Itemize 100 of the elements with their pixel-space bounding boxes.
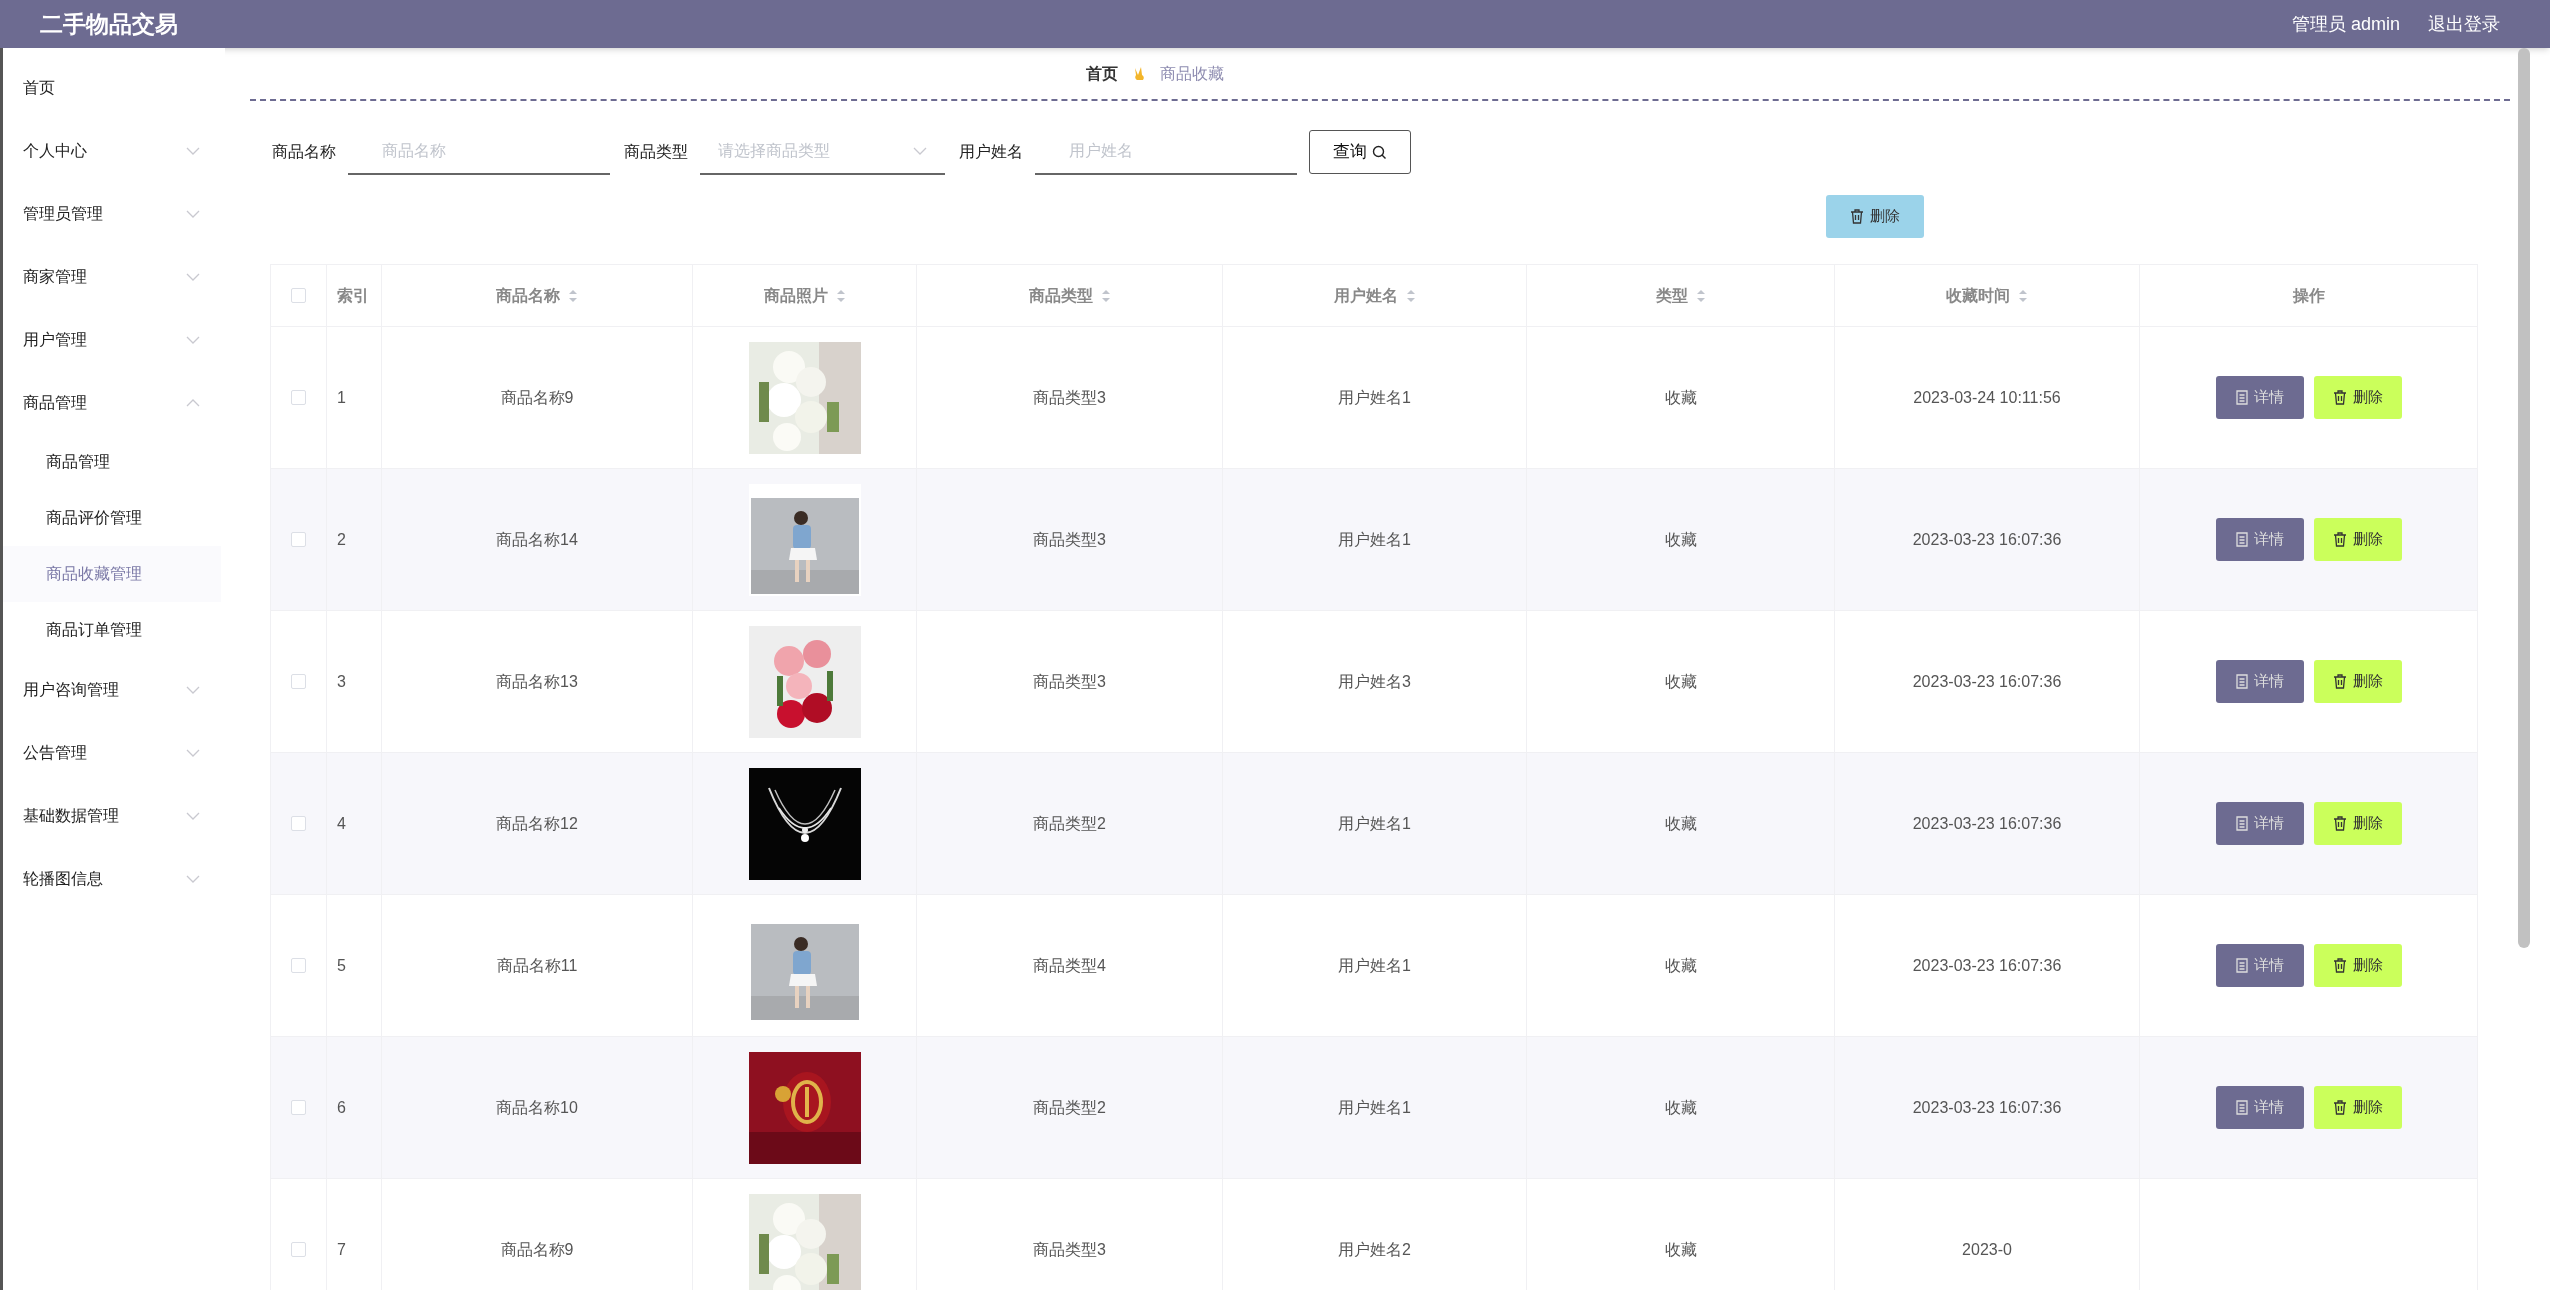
row-checkbox[interactable]: [291, 1100, 306, 1115]
table-cell-text: 2023-03-23 16:07:36: [1912, 671, 2062, 692]
table-cell-text: 6: [337, 1097, 346, 1118]
sidebar-item[interactable]: 个人中心: [3, 119, 225, 182]
document-icon: [2235, 816, 2248, 831]
document-icon: [2235, 958, 2248, 973]
trash-icon: [1850, 209, 1864, 224]
table-cell-text: 收藏: [1664, 671, 1697, 692]
caret-icon: [186, 748, 200, 757]
table-cell-text: 4: [337, 813, 346, 834]
table-cell-text: 商品名称12: [496, 813, 578, 834]
sidebar-subitem[interactable]: 商品订单管理: [3, 602, 225, 658]
sidebar-item[interactable]: 管理员管理: [3, 182, 225, 245]
column-header: 商品照片: [763, 285, 828, 306]
sort-icon[interactable]: [2018, 287, 2028, 304]
table-cell-text: 用户姓名2: [1338, 1239, 1411, 1260]
sort-icon[interactable]: [1405, 287, 1416, 304]
search-icon: [1372, 144, 1387, 160]
column-header: 用户姓名: [1333, 285, 1398, 306]
table-cell-text: 用户姓名1: [1338, 955, 1411, 976]
table-cell-text: 2023-03-23 16:07:36: [1912, 813, 2062, 834]
delete-row-button[interactable]: 删除: [2313, 660, 2402, 703]
table-cell-text: 商品名称13: [496, 671, 578, 692]
table-cell-text: 收藏: [1664, 387, 1697, 408]
details-button[interactable]: 详情: [2215, 518, 2304, 561]
app-title: 二手物品交易: [40, 9, 178, 39]
sidebar-item[interactable]: 轮播图信息: [3, 847, 225, 910]
table-cell-text: 商品类型4: [1033, 955, 1106, 976]
table-cell-text: 2023-03-24 10:11:56: [1913, 387, 2061, 408]
caret-icon: [913, 147, 927, 155]
sort-icon[interactable]: [1100, 287, 1111, 304]
row-checkbox[interactable]: [291, 674, 306, 689]
filter-input[interactable]: 商品名称: [348, 129, 610, 175]
delete-row-button[interactable]: 删除: [2313, 1086, 2402, 1129]
row-checkbox[interactable]: [291, 532, 306, 547]
caret-icon: [186, 811, 200, 820]
delete-row-button[interactable]: 删除: [2313, 518, 2402, 561]
filter-label: 商品类型: [624, 142, 688, 162]
delete-row-button[interactable]: 删除: [2313, 802, 2402, 845]
trash-icon: [2332, 1100, 2347, 1115]
sidebar-item[interactable]: 用户管理: [3, 308, 225, 371]
document-icon: [2235, 674, 2248, 689]
sort-icon[interactable]: [568, 287, 578, 304]
sort-icon[interactable]: [1695, 287, 1706, 304]
filter-label: 商品名称: [272, 142, 336, 162]
column-header: 类型: [1655, 285, 1688, 306]
table-cell-text: 用户姓名1: [1338, 1097, 1411, 1118]
column-header: 商品名称: [496, 285, 560, 306]
delete-row-button[interactable]: 删除: [2313, 944, 2402, 987]
details-button[interactable]: 详情: [2215, 376, 2304, 419]
select-all-checkbox[interactable]: [291, 288, 306, 303]
table-cell-text: 商品名称10: [496, 1097, 578, 1118]
scrollbar[interactable]: [2518, 48, 2530, 948]
search-button[interactable]: 查询: [1309, 130, 1411, 174]
table-cell-text: 商品名称9: [500, 387, 574, 408]
trash-icon: [2332, 532, 2347, 547]
details-button[interactable]: 详情: [2215, 944, 2304, 987]
sidebar-subitem[interactable]: 商品管理: [3, 434, 225, 490]
document-icon: [2235, 390, 2248, 405]
table-cell-text: 商品名称9: [500, 1239, 574, 1260]
row-checkbox[interactable]: [291, 1242, 306, 1257]
trash-icon: [2332, 390, 2347, 405]
logout-link[interactable]: 退出登录: [2428, 10, 2500, 38]
table-cell-text: 商品类型3: [1033, 387, 1106, 408]
table-cell-text: 2023-03-23 16:07:36: [1912, 955, 2062, 976]
row-checkbox[interactable]: [291, 958, 306, 973]
table-cell-text: 2023-03-23 16:07:36: [1912, 1097, 2062, 1118]
row-checkbox[interactable]: [291, 816, 306, 831]
column-header: 收藏时间: [1946, 285, 2010, 306]
column-header: 索引: [337, 285, 369, 306]
sidebar-subitem[interactable]: 商品评价管理: [3, 490, 225, 546]
table-cell-text: 商品类型3: [1033, 1239, 1106, 1260]
delete-row-button[interactable]: 删除: [2313, 376, 2402, 419]
filter-label: 用户姓名: [959, 142, 1023, 162]
caret-icon: [186, 335, 200, 344]
sidebar-item[interactable]: 公告管理: [3, 721, 225, 784]
sidebar-subitem[interactable]: 商品收藏管理: [3, 546, 221, 602]
table-cell-text: 5: [337, 955, 346, 976]
column-header: 商品类型: [1028, 285, 1093, 306]
sort-icon[interactable]: [835, 287, 846, 304]
sidebar-item[interactable]: 用户咨询管理: [3, 658, 225, 721]
filter-input[interactable]: 用户姓名: [1035, 129, 1297, 175]
details-button[interactable]: 详情: [2215, 1086, 2304, 1129]
details-button[interactable]: 详情: [2215, 802, 2304, 845]
sidebar-item[interactable]: 商品管理: [3, 371, 225, 434]
row-checkbox[interactable]: [291, 390, 306, 405]
details-button[interactable]: 详情: [2215, 660, 2304, 703]
sidebar-item[interactable]: 基础数据管理: [3, 784, 225, 847]
table-cell-text: 商品名称14: [496, 529, 578, 550]
table-cell-text: 用户姓名3: [1338, 671, 1411, 692]
breadcrumb-home[interactable]: 首页: [1086, 61, 1118, 86]
table-cell-text: 收藏: [1664, 1097, 1697, 1118]
sidebar-item[interactable]: 首页: [3, 56, 225, 119]
table-cell-text: 商品名称11: [496, 955, 578, 976]
table-cell-text: 收藏: [1664, 1239, 1697, 1260]
sidebar-item[interactable]: 商家管理: [3, 245, 225, 308]
hand-icon: [1132, 65, 1146, 82]
table-cell-text: 商品类型3: [1033, 671, 1106, 692]
delete-button[interactable]: 删除: [1826, 195, 1924, 238]
table-cell-text: 2023-0: [1962, 1239, 2012, 1260]
